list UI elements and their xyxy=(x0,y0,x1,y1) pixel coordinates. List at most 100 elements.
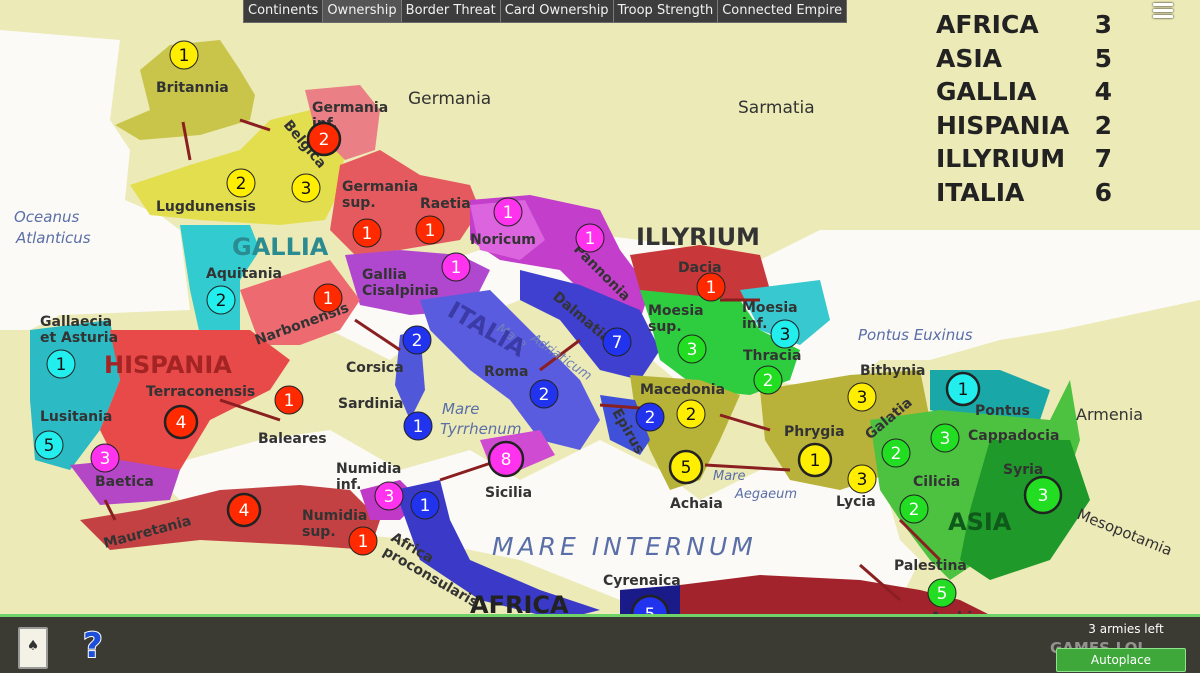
army-marker[interactable]: 5 xyxy=(927,578,957,608)
army-marker[interactable]: 1 xyxy=(274,385,304,415)
sea-label-mare-aegaeum-2: Aegaeum xyxy=(734,487,797,502)
army-count: 3 xyxy=(780,325,791,345)
tab-border-threat[interactable]: Border Threat xyxy=(402,0,501,22)
army-marker[interactable]: 2 xyxy=(753,365,783,395)
question-mark-icon[interactable]: ? xyxy=(80,625,106,667)
continent-label-gallia: GALLIA xyxy=(232,233,329,261)
territory-label: Britannia xyxy=(156,80,229,96)
army-marker[interactable]: 2 xyxy=(529,379,559,409)
territory-label: Noricum xyxy=(470,232,536,248)
bonus-value: 3 xyxy=(1094,10,1112,39)
army-marker[interactable]: 8 xyxy=(487,440,525,478)
territory-label: Pontus xyxy=(975,403,1030,419)
army-marker[interactable]: 1 xyxy=(797,442,833,478)
army-marker[interactable]: 2 xyxy=(206,285,236,315)
army-marker[interactable]: 1 xyxy=(945,371,981,407)
hamburger-menu-icon[interactable] xyxy=(1148,0,1178,24)
army-count: 5 xyxy=(44,436,55,456)
army-marker[interactable]: 1 xyxy=(348,526,378,556)
army-marker[interactable]: 1 xyxy=(352,218,382,248)
bonus-value: 4 xyxy=(1094,77,1112,106)
bonus-row: AFRICA 3 xyxy=(936,8,1112,42)
army-marker[interactable]: 2 xyxy=(306,121,342,157)
tab-continents[interactable]: Continents xyxy=(244,0,324,22)
territory-label: Lugdunensis xyxy=(156,199,256,215)
army-count: 1 xyxy=(323,289,334,309)
army-marker[interactable]: 1 xyxy=(575,223,605,253)
bonus-row: ITALIA 6 xyxy=(936,176,1112,210)
army-marker[interactable]: 1 xyxy=(410,490,440,520)
view-mode-tabs: Continents Ownership Border Threat Card … xyxy=(243,0,848,23)
territory-label: Lycia xyxy=(836,494,876,510)
continent-label-hispania: HISPANIA xyxy=(104,351,232,379)
army-marker[interactable]: 3 xyxy=(1023,475,1063,515)
army-marker[interactable]: 2 xyxy=(635,402,665,432)
bonus-continent-name: AFRICA xyxy=(936,10,1039,39)
army-count: 1 xyxy=(56,355,67,375)
tab-card-ownership[interactable]: Card Ownership xyxy=(501,0,614,22)
bonus-value: 5 xyxy=(1094,43,1112,73)
army-count: 1 xyxy=(503,203,514,223)
army-count: 2 xyxy=(216,291,227,311)
army-marker[interactable]: 1 xyxy=(403,411,433,441)
army-marker[interactable]: 4 xyxy=(163,404,199,440)
territory-label: Syria xyxy=(1003,462,1043,478)
army-count: 3 xyxy=(940,429,951,449)
army-marker[interactable]: 2 xyxy=(676,399,706,429)
army-count: 2 xyxy=(319,130,330,150)
army-count: 1 xyxy=(451,258,462,278)
army-marker[interactable]: 2 xyxy=(899,494,929,524)
army-count: 4 xyxy=(239,501,250,521)
army-count: 2 xyxy=(412,331,423,351)
territory-label: Cyrenaica xyxy=(603,573,681,589)
army-count: 1 xyxy=(413,417,424,437)
sea-label-mare-internum: MARE INTERNUM xyxy=(492,532,757,561)
sea-label-oceanus: Oceanus xyxy=(14,208,79,226)
territory-label: Roma xyxy=(484,364,528,380)
tab-troop-strength[interactable]: Troop Strength xyxy=(614,0,719,22)
territory-label: Raetia xyxy=(420,196,471,212)
army-count: 1 xyxy=(958,380,969,400)
continent-label-asia: ASIA xyxy=(948,508,1012,536)
territory-label: Macedonia xyxy=(640,382,725,398)
card-icon[interactable]: ♠ xyxy=(18,627,48,669)
army-marker[interactable]: 5 xyxy=(668,449,704,485)
army-marker[interactable]: 3 xyxy=(677,334,707,364)
tab-connected-empire[interactable]: Connected Empire xyxy=(718,0,846,22)
army-marker[interactable]: 1 xyxy=(169,40,199,70)
territory-label: Phrygia xyxy=(784,424,845,440)
tab-ownership[interactable]: Ownership xyxy=(323,0,402,22)
army-count: 2 xyxy=(686,405,697,425)
army-marker[interactable]: 1 xyxy=(415,215,445,245)
army-marker[interactable]: 1 xyxy=(313,283,343,313)
army-marker[interactable]: 2 xyxy=(226,168,256,198)
army-marker[interactable]: 7 xyxy=(602,327,632,357)
armies-left-text: 3 armies left xyxy=(1088,622,1164,636)
army-marker[interactable]: 2 xyxy=(881,438,911,468)
army-marker[interactable]: 3 xyxy=(847,464,877,494)
army-marker[interactable]: 1 xyxy=(696,272,726,302)
autoplace-button[interactable]: Autoplace xyxy=(1056,648,1186,672)
army-marker[interactable]: 1 xyxy=(493,197,523,227)
army-marker[interactable]: 5 xyxy=(34,430,64,460)
region-label-germania: Germania xyxy=(408,89,491,109)
army-marker[interactable]: 3 xyxy=(770,319,800,349)
army-marker[interactable]: 2 xyxy=(402,325,432,355)
army-marker[interactable]: 3 xyxy=(847,382,877,412)
army-count: 1 xyxy=(358,532,369,552)
army-marker[interactable]: 3 xyxy=(90,443,120,473)
army-marker[interactable]: 3 xyxy=(374,481,404,511)
territory-label: Cappadocia xyxy=(968,428,1059,444)
bonus-continent-name: GALLIA xyxy=(936,77,1037,106)
army-count: 3 xyxy=(384,487,395,507)
territory-label: Gallaecia et Asturia xyxy=(40,314,118,346)
army-marker[interactable]: 4 xyxy=(226,492,262,528)
territory-label: Palestina xyxy=(894,558,967,574)
army-marker[interactable]: 1 xyxy=(46,349,76,379)
army-marker[interactable]: 3 xyxy=(291,173,321,203)
army-marker[interactable]: 3 xyxy=(930,423,960,453)
territory-label: Cilicia xyxy=(913,474,960,490)
bonus-continent-name: ASIA xyxy=(936,43,1003,73)
sea-label-atlanticus: Atlanticus xyxy=(15,229,91,247)
army-marker[interactable]: 1 xyxy=(441,252,471,282)
